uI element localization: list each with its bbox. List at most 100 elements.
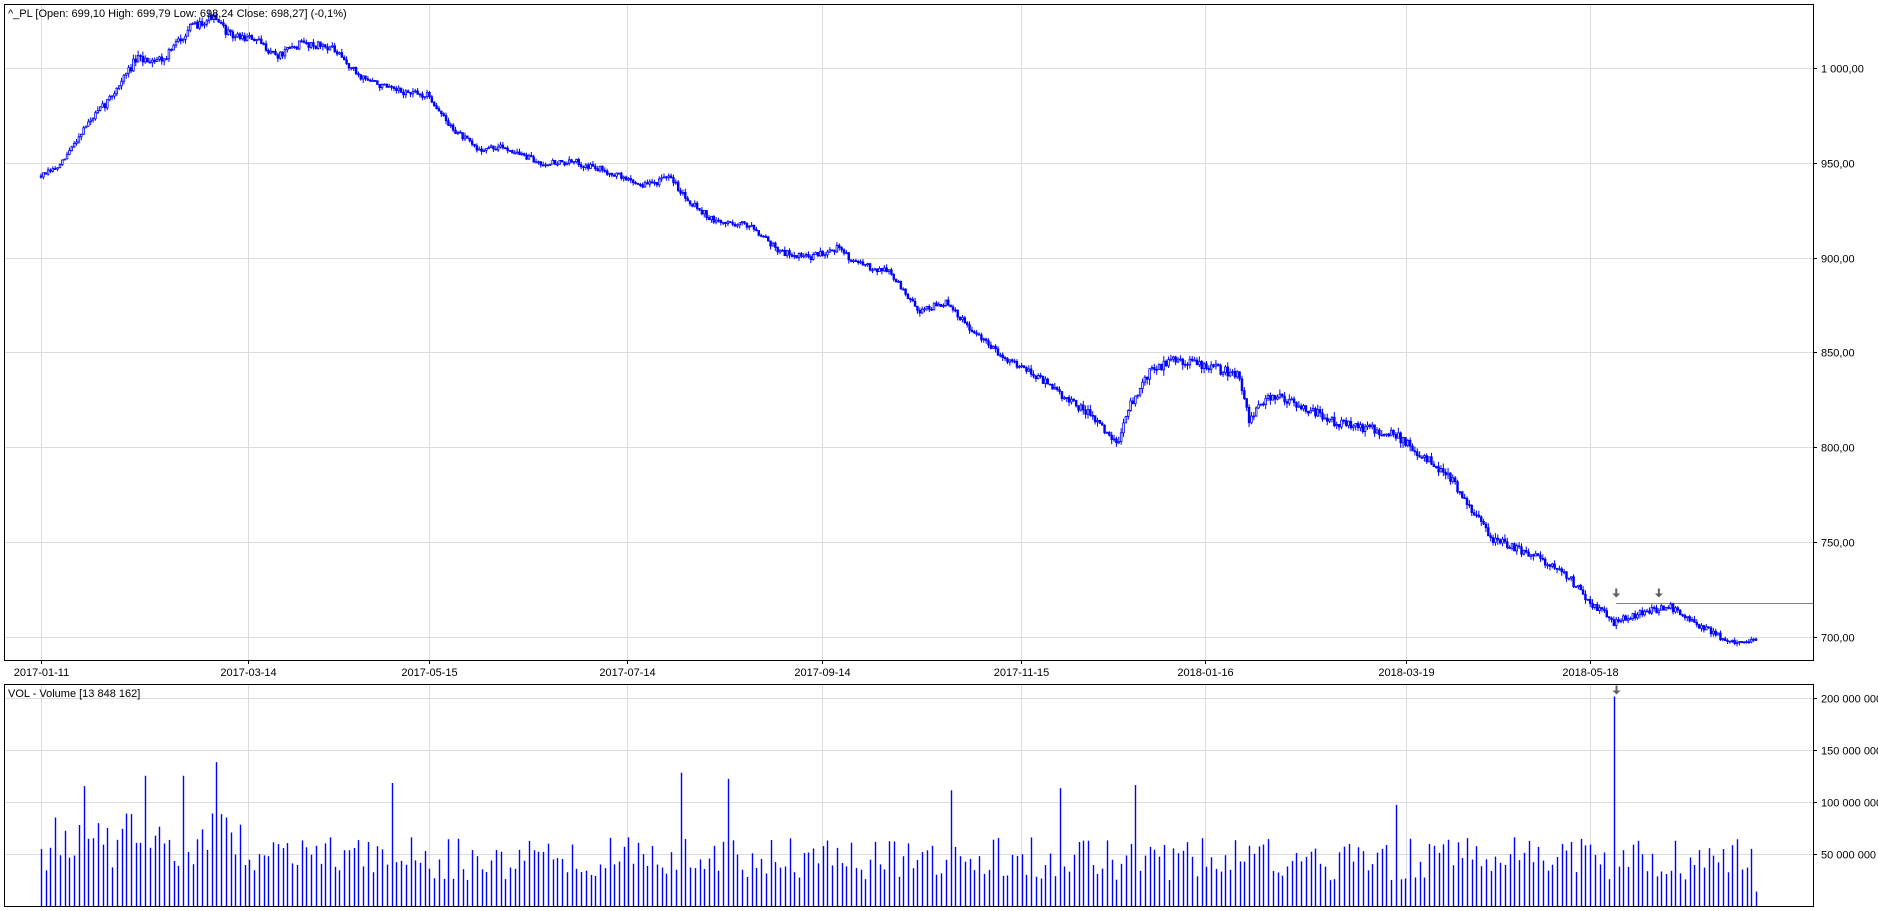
candle-body bbox=[769, 240, 772, 247]
candle-body bbox=[1738, 641, 1741, 644]
candle-body bbox=[409, 92, 412, 95]
candle-body bbox=[1615, 619, 1618, 626]
candle-body bbox=[1723, 638, 1727, 642]
candle-body bbox=[515, 151, 519, 154]
candle-body bbox=[65, 153, 69, 160]
candle-body bbox=[774, 242, 777, 248]
candle-body bbox=[117, 85, 121, 89]
candle-body bbox=[1041, 375, 1045, 384]
candle-body bbox=[861, 261, 865, 266]
candle-body bbox=[1425, 455, 1428, 463]
candle-body bbox=[352, 66, 355, 69]
candle-body bbox=[354, 66, 358, 75]
candle-body bbox=[369, 79, 372, 82]
candle-body bbox=[1645, 610, 1649, 613]
candle-body bbox=[601, 165, 604, 171]
candle-body bbox=[1747, 641, 1751, 644]
candle-body bbox=[1394, 434, 1398, 439]
candle-body bbox=[629, 178, 633, 181]
candle-body bbox=[148, 61, 152, 64]
candle-body bbox=[1157, 363, 1161, 370]
candle-body bbox=[977, 333, 981, 336]
candle-body bbox=[745, 222, 749, 228]
candle-body bbox=[1517, 545, 1521, 548]
candle-body bbox=[392, 86, 396, 90]
candle-body bbox=[421, 93, 424, 98]
candle-body bbox=[480, 148, 483, 152]
candle-body bbox=[1072, 398, 1076, 401]
candle-body bbox=[1070, 398, 1073, 403]
candle-body bbox=[1127, 410, 1130, 417]
candle-body bbox=[269, 50, 273, 54]
candle-body bbox=[255, 39, 258, 42]
candle-body bbox=[1160, 363, 1163, 371]
candle-body bbox=[482, 149, 486, 152]
candle-body bbox=[539, 161, 543, 166]
candle-body bbox=[598, 165, 602, 172]
candle-body bbox=[525, 154, 528, 160]
candle-body bbox=[1084, 409, 1087, 415]
candle-body bbox=[290, 46, 294, 49]
candle-body bbox=[442, 113, 445, 117]
candle-body bbox=[468, 137, 471, 142]
candle-body bbox=[624, 176, 628, 181]
candle-body bbox=[1271, 394, 1274, 401]
candle-body bbox=[1453, 477, 1457, 483]
candle-body bbox=[276, 54, 280, 59]
candle-body bbox=[520, 153, 524, 156]
candle-body bbox=[470, 140, 474, 145]
candle-body bbox=[790, 254, 794, 257]
candle-body bbox=[1356, 422, 1360, 429]
candle-body bbox=[1115, 438, 1118, 444]
candle-body bbox=[1622, 615, 1625, 621]
candle-body bbox=[918, 309, 922, 314]
candle-body bbox=[1515, 545, 1518, 552]
candle-body bbox=[437, 108, 441, 112]
candle-body bbox=[1093, 415, 1097, 423]
candle-body bbox=[1458, 491, 1462, 494]
candle-body bbox=[1657, 609, 1661, 614]
candle-body bbox=[1733, 640, 1736, 645]
candle-body bbox=[904, 288, 907, 295]
volume-panel[interactable]: 50 000 000 100 000 000 150 000 000 200 000 … bbox=[4, 684, 1878, 907]
candle-body bbox=[634, 182, 637, 184]
candle-body bbox=[1728, 640, 1732, 643]
candle-body bbox=[217, 19, 220, 23]
candle-body bbox=[1491, 537, 1495, 543]
candle-body bbox=[1103, 424, 1106, 434]
candle-body bbox=[414, 90, 417, 93]
candle-body bbox=[783, 249, 787, 257]
candle-body bbox=[496, 146, 500, 151]
candle-body bbox=[726, 221, 730, 225]
candle-body bbox=[508, 150, 512, 152]
candle-body bbox=[1579, 584, 1582, 591]
candle-body bbox=[845, 252, 848, 255]
candle-body bbox=[184, 35, 187, 40]
candle-body bbox=[1382, 434, 1386, 436]
candle-body bbox=[1205, 363, 1208, 369]
candle-body bbox=[688, 200, 692, 205]
price-panel[interactable]: 700,00 750,00 800,00 850,00 900,00 950,00 1 00… bbox=[4, 4, 1864, 680]
candle-body bbox=[165, 58, 168, 61]
candle-body bbox=[584, 164, 588, 168]
candle-body bbox=[1697, 624, 1701, 629]
candle-body bbox=[1688, 616, 1691, 622]
candle-body bbox=[724, 221, 727, 225]
candle-body bbox=[1629, 618, 1632, 620]
candle-body bbox=[1662, 605, 1665, 611]
candle-body bbox=[506, 147, 509, 151]
candle-body bbox=[961, 317, 964, 320]
candle-body bbox=[444, 115, 448, 122]
candle-body bbox=[743, 221, 746, 224]
candle-body bbox=[61, 159, 64, 165]
candle-body bbox=[1716, 632, 1720, 636]
candle-body bbox=[1250, 415, 1253, 424]
candle-body bbox=[1169, 358, 1173, 361]
candle-body bbox=[1534, 553, 1537, 557]
candle-body bbox=[759, 234, 763, 237]
candle-body bbox=[1150, 367, 1154, 370]
candle-body bbox=[203, 23, 206, 26]
candle-body bbox=[558, 160, 561, 165]
candle-body bbox=[1352, 425, 1355, 429]
stock-chart[interactable]: 700,00 750,00 800,00 850,00 900,00 950,00 1 00… bbox=[0, 0, 1878, 911]
